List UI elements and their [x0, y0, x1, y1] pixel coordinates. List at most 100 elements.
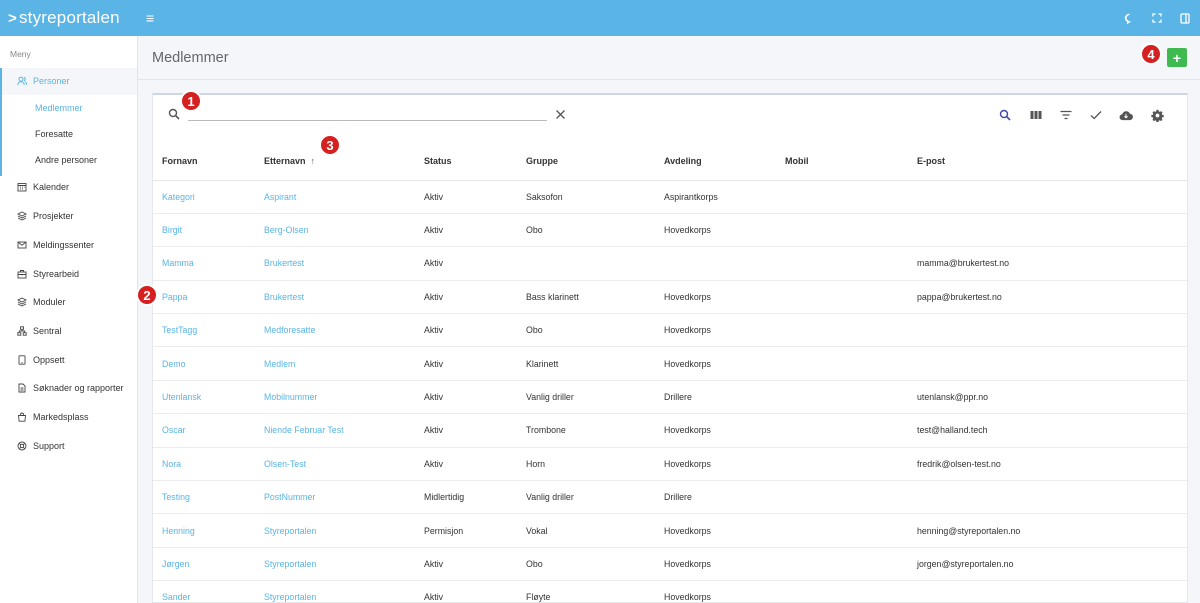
clear-search-icon[interactable] [555, 109, 566, 120]
sidebar-item-soknader-og-rapporter[interactable]: Søknader og rapporter [0, 377, 137, 399]
cell-gruppe: Obo [517, 213, 655, 248]
cell-epost [908, 580, 1187, 602]
sidebar-item-kalender[interactable]: Kalender [0, 176, 137, 198]
cell-etternavn[interactable]: Styreportalen [255, 547, 415, 582]
cell-etternavn[interactable]: Aspirant [255, 180, 415, 214]
table-row[interactable]: Mamma Brukertest Aktiv mamma@brukertest.no [153, 246, 1187, 281]
table-row[interactable]: Jørgen Styreportalen Aktiv Obo Hovedkorps jor… [153, 547, 1187, 582]
cell-status: Aktiv [415, 413, 517, 448]
column-header-mobil[interactable]: Mobil [776, 142, 908, 181]
cell-etternavn[interactable]: Mobilnummer [255, 380, 415, 415]
cell-etternavn[interactable]: Styreportalen [255, 580, 415, 602]
table-row[interactable]: Utenlansk Mobilnummer Aktiv Vanlig driller D… [153, 380, 1187, 415]
table-row[interactable]: Sander Styreportalen Aktiv Fløyte Hovedkorps [153, 580, 1187, 602]
table-row[interactable]: Henning Styreportalen Permisjon Vokal Hovedk… [153, 513, 1187, 548]
sidebar-subitem-foresatte[interactable]: Foresatte [35, 126, 73, 142]
table-row[interactable]: Oscar Niende Februar Test Aktiv Trombone Hov… [153, 413, 1187, 448]
cell-fornavn[interactable]: Kategori [153, 180, 255, 214]
sidebar-item-support[interactable]: Support [0, 435, 137, 457]
cell-etternavn[interactable]: PostNummer [255, 480, 415, 515]
cell-etternavn[interactable]: Berg-Olsen [255, 213, 415, 248]
cell-fornavn[interactable]: Testing [153, 480, 255, 515]
checkmark-icon[interactable] [1089, 108, 1103, 122]
table-row[interactable]: Kategori Aspirant Aktiv Saksofon Aspirantkor… [153, 180, 1187, 214]
cell-gruppe: Saksofon [517, 180, 655, 214]
settings-gear-icon[interactable] [1150, 108, 1164, 122]
cell-fornavn[interactable]: Demo [153, 346, 255, 381]
sort-ascending-icon[interactable]: ↑ [311, 156, 316, 166]
sidebar-item-moduler[interactable]: Moduler [0, 291, 137, 313]
cell-etternavn[interactable]: Brukertest [255, 246, 415, 281]
sidebar-item-personer[interactable]: Personer [0, 70, 137, 92]
sidebar-item-markedsplass[interactable]: Markedsplass [0, 406, 137, 428]
panel-icon[interactable] [1178, 11, 1192, 25]
table-row[interactable]: Birgit Berg-Olsen Aktiv Obo Hovedkorps [153, 213, 1187, 248]
sidebar-item-prosjekter[interactable]: Prosjekter [0, 205, 137, 227]
cell-mobil [776, 480, 908, 515]
column-header-gruppe[interactable]: Gruppe [517, 142, 655, 181]
sidebar-item-sentral[interactable]: Sentral [0, 320, 137, 342]
cell-etternavn[interactable]: Medlem [255, 346, 415, 381]
cell-etternavn[interactable]: Medforesatte [255, 313, 415, 348]
add-member-button[interactable]: + [1167, 48, 1187, 67]
sidebar-item-styrearbeid[interactable]: Styrearbeid [0, 263, 137, 285]
cell-etternavn[interactable]: Styreportalen [255, 513, 415, 548]
fullscreen-icon[interactable] [1150, 11, 1164, 25]
cell-fornavn[interactable]: Birgit [153, 213, 255, 248]
cloud-download-icon[interactable] [1119, 108, 1133, 122]
cell-fornavn[interactable]: Mamma [153, 246, 255, 281]
sitemap-icon [17, 326, 27, 336]
cell-avdeling [655, 246, 776, 281]
document-icon [17, 383, 27, 393]
table-row[interactable]: Pappa Brukertest Aktiv Bass klarinett Hovedk… [153, 280, 1187, 315]
sidebar-item-meldingssenter[interactable]: Meldingssenter [0, 234, 137, 256]
filter-icon[interactable] [1059, 108, 1073, 122]
columns-icon[interactable] [1029, 108, 1043, 122]
sidebar-item-oppsett[interactable]: Oppsett [0, 349, 137, 371]
cell-fornavn[interactable]: Jørgen [153, 547, 255, 582]
cell-etternavn[interactable]: Niende Februar Test [255, 413, 415, 448]
cell-fornavn[interactable]: Henning [153, 513, 255, 548]
cell-mobil [776, 380, 908, 415]
annotation-badge-1: 1 [180, 90, 202, 112]
cell-fornavn[interactable]: Sander [153, 580, 255, 602]
sidebar-item-label: Søknader og rapporter [33, 383, 124, 393]
sidebar-item-label: Support [33, 441, 65, 451]
cell-fornavn[interactable]: Oscar [153, 413, 255, 448]
column-header-fornavn[interactable]: Fornavn [153, 142, 255, 181]
chat-icon[interactable] [1122, 11, 1136, 25]
menu-toggle-icon[interactable]: ≡ [146, 10, 154, 26]
annotation-badge-2: 2 [136, 284, 158, 306]
cell-fornavn[interactable]: Utenlansk [153, 380, 255, 415]
logo[interactable]: > styreportalen [8, 8, 120, 28]
cell-fornavn[interactable]: Pappa [153, 280, 255, 315]
cell-mobil [776, 513, 908, 548]
table-row[interactable]: Testing PostNummer Midlertidig Vanlig drill… [153, 480, 1187, 515]
cell-avdeling: Drillere [655, 480, 776, 515]
cell-etternavn[interactable]: Brukertest [255, 280, 415, 315]
cell-mobil [776, 447, 908, 482]
search-input[interactable] [188, 104, 547, 121]
table-row[interactable]: TestTagg Medforesatte Aktiv Obo Hovedkorps [153, 313, 1187, 348]
search-toggle-icon[interactable] [998, 108, 1012, 122]
table-row[interactable]: Demo Medlem Aktiv Klarinett Hovedkorps [153, 346, 1187, 381]
sidebar-item-label: Oppsett [33, 355, 65, 365]
cell-etternavn[interactable]: Olsen-Test [255, 447, 415, 482]
column-header-epost[interactable]: E-post [908, 142, 1187, 181]
cell-mobil [776, 580, 908, 602]
page-title: Medlemmer [152, 50, 229, 66]
cell-fornavn[interactable]: TestTagg [153, 313, 255, 348]
cell-status: Aktiv [415, 213, 517, 248]
cell-gruppe: Bass klarinett [517, 280, 655, 315]
cell-mobil [776, 346, 908, 381]
table-row[interactable]: Nora Olsen-Test Aktiv Horn Hovedkorps fredrik… [153, 447, 1187, 482]
sidebar-subitem-medlemmer[interactable]: Medlemmer [35, 100, 83, 116]
column-header-status[interactable]: Status [415, 142, 517, 181]
sidebar-subitem-andre-personer[interactable]: Andre personer [35, 152, 97, 168]
cell-mobil [776, 280, 908, 315]
cell-avdeling: Hovedkorps [655, 213, 776, 248]
column-header-avdeling[interactable]: Avdeling [655, 142, 776, 181]
cell-fornavn[interactable]: Nora [153, 447, 255, 482]
sidebar-item-label: Kalender [33, 182, 70, 192]
sidebar-item-label: Markedsplass [33, 412, 89, 422]
